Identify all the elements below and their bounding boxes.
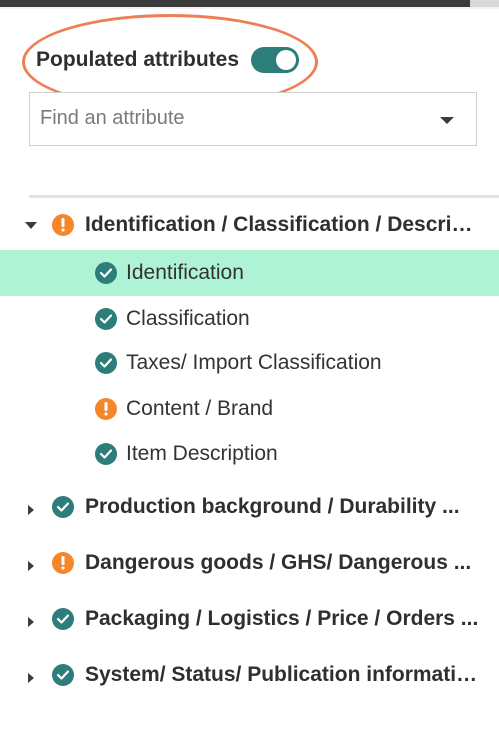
tree-group-label: Packaging / Logistics / Price / Orders .… (85, 607, 479, 630)
tree-group-label: Dangerous goods / GHS/ Dangerous ... (85, 551, 472, 574)
section-divider (29, 195, 499, 198)
check-circle-icon (95, 443, 117, 465)
exclamation-circle-icon (52, 552, 74, 574)
caret-right-icon[interactable] (24, 500, 38, 515)
caret-right-icon[interactable] (24, 668, 38, 683)
caret-down-icon[interactable] (24, 218, 38, 232)
tree-group-label: Production background / Durability ... (85, 495, 460, 518)
check-circle-icon (95, 308, 117, 330)
find-attribute-select[interactable]: Find an attribute (29, 92, 477, 146)
top-bar-dark (0, 0, 470, 7)
tree-item-label: Taxes/ Import Classification (126, 351, 382, 374)
caret-right-icon[interactable] (24, 612, 38, 627)
top-bar-light (470, 0, 499, 7)
populated-attributes-filter: Populated attributes (36, 45, 300, 75)
find-attribute-placeholder: Find an attribute (40, 107, 185, 129)
populated-attributes-toggle[interactable] (251, 47, 300, 73)
toggle-knob (276, 50, 297, 70)
tree-group-label: Identification / Classification / Descri… (85, 213, 480, 236)
exclamation-circle-icon (95, 398, 117, 420)
tree-item-label: Item Description (126, 442, 278, 465)
tree-item-label: Identification (126, 261, 244, 284)
tree-group-row[interactable]: Production background / Durability ... (0, 484, 499, 530)
check-circle-icon (95, 262, 117, 284)
tree-item-row[interactable]: Content / Brand (0, 386, 499, 432)
tree-item-label: Content / Brand (126, 397, 274, 420)
check-circle-icon (52, 496, 74, 518)
tree-group-row[interactable]: System/ Status/ Publication information … (0, 652, 499, 698)
exclamation-circle-icon (52, 214, 74, 236)
tree-item-row[interactable]: Classification (0, 296, 499, 342)
tree-item-row[interactable]: Taxes/ Import Classification (0, 340, 499, 386)
caret-right-icon[interactable] (24, 556, 38, 571)
tree-group-row[interactable]: Dangerous goods / GHS/ Dangerous ... (0, 540, 499, 586)
tree-group-row[interactable]: Packaging / Logistics / Price / Orders .… (0, 596, 499, 642)
populated-attributes-label: Populated attributes (36, 48, 240, 71)
tree-group-label: System/ Status/ Publication information … (85, 663, 480, 686)
tree-item-row[interactable]: Identification (0, 250, 499, 296)
check-circle-icon (52, 608, 74, 630)
tree-group-row[interactable]: Identification / Classification / Descri… (0, 202, 499, 248)
chevron-down-icon[interactable] (440, 117, 454, 124)
check-circle-icon (95, 352, 117, 374)
top-bar (0, 0, 499, 9)
tree-item-row[interactable]: Item Description (0, 431, 499, 477)
tree-item-label: Classification (126, 307, 250, 330)
check-circle-icon (52, 664, 74, 686)
